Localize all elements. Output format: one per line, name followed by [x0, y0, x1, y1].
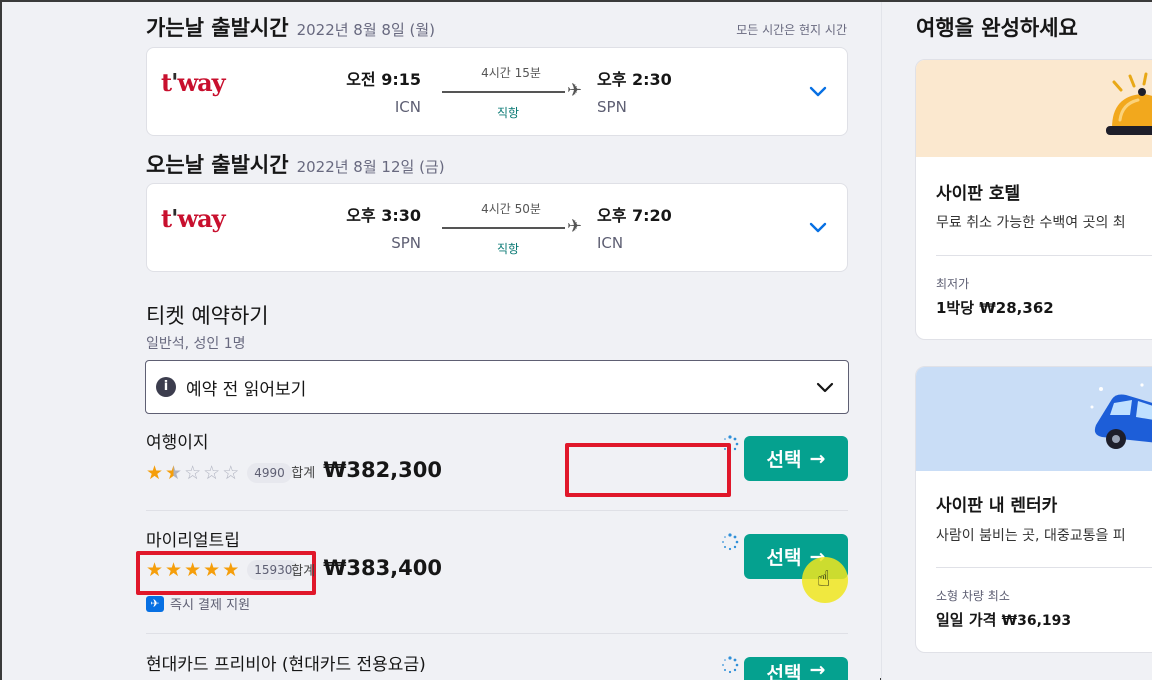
car-price-prefix: 일일 가격 [936, 611, 997, 629]
route-line [442, 227, 565, 229]
select-label: 선택 [766, 449, 802, 471]
chevron-down-icon[interactable] [807, 216, 829, 238]
loading-spinner-icon [722, 533, 739, 551]
total-label: 합계 [291, 564, 316, 579]
car-illustration [916, 367, 1152, 471]
inbound-date: 2022년 8월 12일 (금) [296, 158, 445, 176]
outbound-leg-card[interactable]: t'way 오전 9:15 ICN 4시간 15분 ✈ 직항 오후 2:30 S… [146, 47, 848, 136]
arrow-right-icon: → [809, 659, 826, 680]
service-bell-icon [1106, 72, 1152, 135]
star-empty-icon: ☆ [203, 462, 221, 484]
hand-cursor-icon: ☝ [817, 567, 831, 592]
divider [936, 255, 1152, 256]
plane-badge-icon: ✈ [146, 595, 164, 612]
highlight-box-price [565, 443, 731, 497]
outbound-date: 2022년 8월 8일 (월) [296, 21, 436, 39]
inbound-header: 오는날 출발시간 2022년 8월 12일 (금) [146, 149, 445, 179]
departure-block: 오후 3:30 SPN [346, 202, 421, 252]
trip-completion-sidebar: 여행을 완성하세요 사이판 호텔 무료 취소 가능한 수백여 곳의 최 최저가 … [881, 2, 1152, 680]
select-button[interactable]: 선택 → [744, 657, 848, 680]
divider [936, 567, 1152, 568]
highlight-box-rating [136, 551, 316, 595]
hotel-promo-desc: 무료 취소 가능한 수백여 곳의 최 [936, 215, 1126, 231]
hotel-promo-card[interactable]: 사이판 호텔 무료 취소 가능한 수백여 곳의 최 최저가 1박당 ₩28,36… [915, 59, 1152, 340]
review-count: 4990 [247, 463, 292, 483]
outbound-title: 가는날 출발시간 [146, 16, 289, 40]
total-label: 합계 [291, 466, 316, 481]
arrival-airport: SPN [597, 98, 627, 116]
car-promo-title: 사이판 내 렌터카 [936, 496, 1058, 516]
outbound-header: 가는날 출발시간 2022년 8월 8일 (월) [146, 12, 435, 42]
chevron-down-icon[interactable] [807, 80, 829, 102]
sidebar-title: 여행을 완성하세요 [916, 16, 1078, 40]
departure-time: 오전 9:15 [346, 70, 421, 89]
total-price: ₩382,300 [323, 458, 442, 482]
car-icon [1090, 383, 1152, 449]
loading-spinner-icon [722, 656, 739, 674]
agent-name: 마이리얼트립 [146, 531, 240, 551]
star-icon: ★ [146, 462, 164, 484]
agent-name: 현대카드 프리비아 (현대카드 전용요금) [146, 655, 426, 675]
star-half-icon: ★ [165, 462, 183, 484]
hotel-price-label: 최저가 [936, 277, 970, 291]
departure-airport: SPN [391, 234, 421, 252]
stops-label: 직항 [496, 242, 520, 256]
select-button[interactable]: 선택 → [744, 436, 848, 481]
instant-payment-badge: ✈ 즉시 결제 지원 [146, 594, 250, 613]
car-price-value: ₩36,193 [1001, 613, 1072, 629]
instant-payment-label: 즉시 결제 지원 [170, 598, 251, 613]
route-line [442, 91, 565, 93]
car-rental-promo-card[interactable]: 사이판 내 렌터카 사람이 붐비는 곳, 대중교통을 피 소형 차량 최소 일일… [915, 366, 1152, 653]
inbound-title: 오는날 출발시간 [146, 153, 289, 177]
departure-block: 오전 9:15 ICN [346, 66, 421, 116]
booking-title: 티켓 예약하기 [146, 304, 269, 328]
car-price-label: 소형 차량 최소 [936, 589, 1010, 603]
read-before-label: 예약 전 읽어보기 [186, 380, 307, 400]
hotel-bell-illustration [916, 60, 1152, 157]
flight-duration: 4시간 50분 [481, 202, 541, 216]
arrival-time: 오후 2:30 [597, 70, 672, 89]
read-before-booking-dropdown[interactable]: i 예약 전 읽어보기 [145, 360, 849, 414]
stops-label: 직항 [496, 106, 520, 120]
departure-time: 오후 3:30 [346, 206, 421, 225]
agent-name: 여행이지 [146, 433, 209, 453]
total-price: ₩383,400 [323, 556, 442, 580]
divider [146, 633, 848, 634]
plane-icon: ✈ [567, 80, 583, 101]
arrival-block: 오후 2:30 SPN [597, 66, 672, 116]
star-empty-icon: ☆ [184, 462, 202, 484]
info-icon: i [156, 377, 176, 397]
arrival-block: 오후 7:20 ICN [597, 202, 672, 252]
select-label: 선택 [766, 663, 802, 680]
star-empty-icon: ☆ [222, 462, 240, 484]
total-price-block: 합계 ₩383,400 [291, 556, 442, 580]
select-label: 선택 [766, 547, 802, 569]
divider [146, 510, 848, 511]
inbound-leg-card[interactable]: t'way 오후 3:30 SPN 4시간 50분 ✈ 직항 오후 7:20 I… [146, 183, 848, 272]
car-price: 일일 가격 ₩36,193 [936, 609, 1071, 630]
arrow-right-icon: → [809, 447, 826, 470]
chevron-down-icon[interactable] [814, 376, 836, 398]
flight-duration: 4시간 15분 [481, 66, 541, 80]
total-price-block: 합계 ₩382,300 [291, 458, 442, 482]
rating-stars: ★ ★ ☆ ☆ ☆ 4990 [146, 463, 292, 483]
hotel-promo-title: 사이판 호텔 [936, 184, 1021, 204]
departure-airport: ICN [394, 98, 421, 116]
car-promo-desc: 사람이 붐비는 곳, 대중교통을 피 [936, 528, 1126, 544]
hotel-price: 1박당 ₩28,362 [936, 299, 1054, 317]
flight-details-panel: 가는날 출발시간 2022년 8월 8일 (월) 모든 시간은 현지 시간 t'… [2, 2, 880, 680]
booking-subtitle: 일반석, 성인 1명 [146, 336, 246, 352]
arrival-time: 오후 7:20 [597, 206, 672, 225]
plane-icon: ✈ [567, 216, 583, 237]
arrival-airport: ICN [597, 234, 624, 252]
timezone-note: 모든 시간은 현지 시간 [736, 23, 847, 37]
airline-logo: t'way [161, 204, 226, 233]
airline-logo: t'way [161, 68, 226, 97]
